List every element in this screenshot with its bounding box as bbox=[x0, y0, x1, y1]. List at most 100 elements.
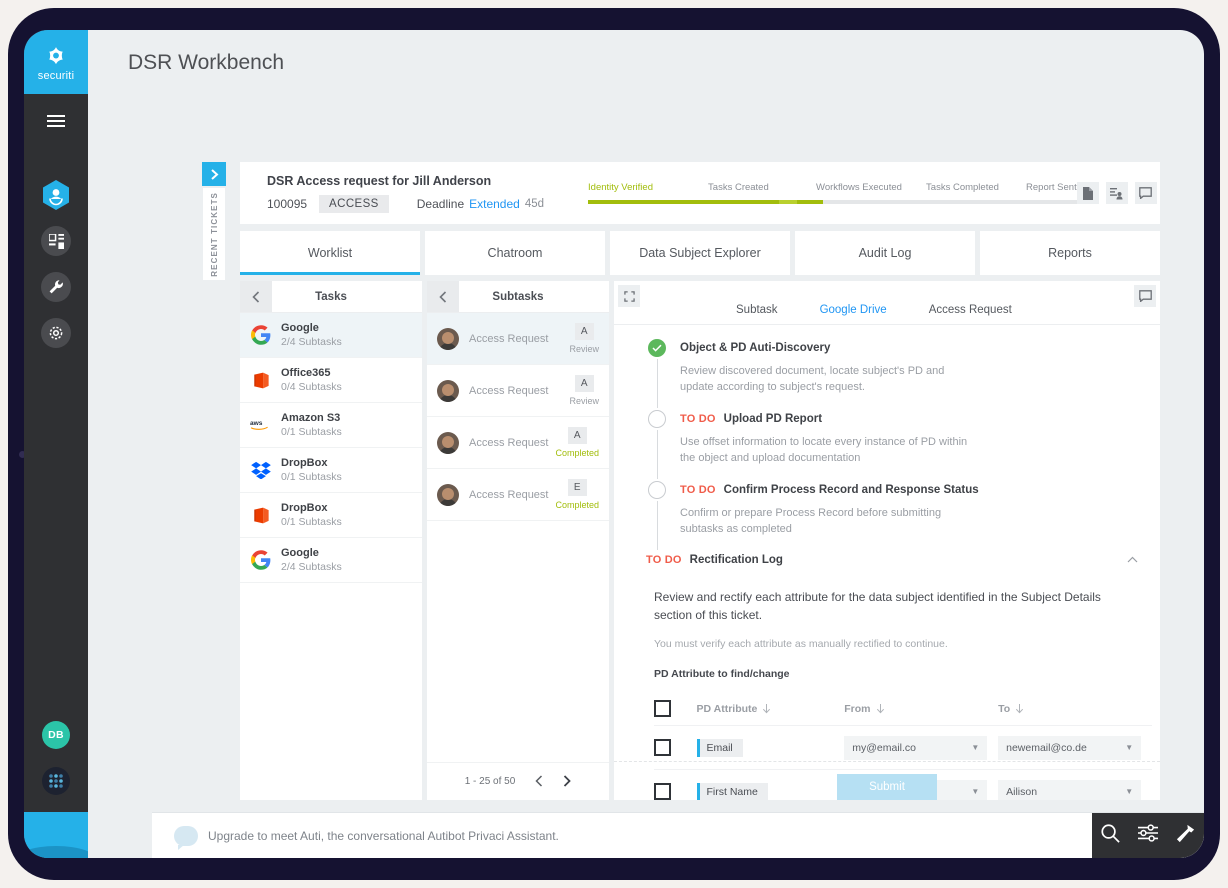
col-header-from[interactable]: From bbox=[844, 692, 998, 726]
hamburger-menu-button[interactable] bbox=[24, 94, 88, 148]
task-name: DropBox bbox=[281, 502, 328, 514]
task-text: Amazon S3 0/1 Subtasks bbox=[281, 412, 342, 438]
rectification-log-header[interactable]: TO DO Rectification Log bbox=[646, 554, 1138, 566]
main-area: DSR Workbench RECENT TICKETS DSR Access … bbox=[88, 30, 1204, 858]
task-subtasks-count: 2/4 Subtasks bbox=[281, 336, 342, 348]
user-avatar-button[interactable]: DB bbox=[24, 712, 88, 758]
task-text: DropBox 0/1 Subtasks bbox=[281, 502, 342, 528]
task-row[interactable]: Google 2/4 Subtasks bbox=[240, 538, 422, 583]
checklist-step: TO DO Confirm Process Record and Respons… bbox=[646, 480, 1138, 552]
tab-data-subject-explorer[interactable]: Data Subject Explorer bbox=[610, 231, 790, 275]
brand-logo[interactable]: securiti bbox=[24, 30, 88, 94]
row-checkbox[interactable] bbox=[654, 739, 671, 757]
subtask-row[interactable]: Access Request E Completed bbox=[427, 469, 609, 521]
step-title-row: TO DO Confirm Process Record and Respons… bbox=[680, 481, 1138, 499]
sidebar-item-privacy-center[interactable] bbox=[24, 172, 88, 218]
assign-user-icon[interactable] bbox=[1105, 182, 1128, 204]
wrench-icon bbox=[41, 272, 71, 302]
tab-audit-log[interactable]: Audit Log bbox=[795, 231, 975, 275]
subtask-badge: A bbox=[574, 375, 594, 392]
step-title: Object & PD Auti-Discovery bbox=[680, 342, 831, 354]
task-name: DropBox bbox=[281, 457, 328, 469]
assistant-text: Upgrade to meet Auti, the conversational… bbox=[208, 828, 559, 843]
step-description: Review discovered document, locate subje… bbox=[680, 365, 945, 393]
task-row[interactable]: Office365 0/4 Subtasks bbox=[240, 358, 422, 403]
col-header-to[interactable]: To bbox=[998, 692, 1152, 726]
hamburger-icon bbox=[47, 115, 65, 127]
tab-chatroom[interactable]: Chatroom bbox=[425, 231, 605, 275]
step-title: Confirm Process Record and Response Stat… bbox=[723, 483, 979, 496]
subtask-row[interactable]: Access Request A Completed bbox=[427, 417, 609, 469]
securiti-logo-icon bbox=[49, 46, 63, 64]
subtask-state: Review bbox=[569, 396, 599, 406]
avatar bbox=[437, 483, 459, 506]
subtask-row[interactable]: Access Request A Review bbox=[427, 313, 609, 365]
ticket-title: DSR Access request for Jill Anderson bbox=[267, 173, 492, 188]
subtask-badge: A bbox=[574, 323, 594, 340]
chat-bubble-icon bbox=[174, 825, 198, 850]
task-row[interactable]: DropBox 0/1 Subtasks bbox=[240, 493, 422, 538]
task-subtasks-count: 2/4 Subtasks bbox=[281, 561, 342, 573]
chat-icon[interactable] bbox=[1134, 285, 1156, 307]
subtask-badge: A bbox=[567, 427, 587, 444]
pager-prev-button[interactable] bbox=[535, 774, 543, 790]
tab-reports-label: Reports bbox=[1048, 246, 1092, 260]
assistant-message[interactable]: Upgrade to meet Auti, the conversational… bbox=[152, 825, 1092, 850]
subtask-state: Completed bbox=[555, 500, 599, 510]
app-screen: securiti DB DSR Workbench RECENT TICKETS… bbox=[24, 30, 1204, 858]
svg-text:aws: aws bbox=[250, 420, 263, 427]
filters-icon[interactable] bbox=[1137, 823, 1159, 848]
sidebar-item-dashboard[interactable] bbox=[24, 218, 88, 264]
recent-tickets-strip[interactable]: RECENT TICKETS bbox=[203, 188, 225, 280]
tasks-back-button[interactable] bbox=[240, 281, 272, 312]
subtask-status: A Review bbox=[569, 375, 599, 406]
breadcrumb-access-request[interactable]: Access Request bbox=[929, 304, 1012, 316]
step-connector bbox=[656, 359, 658, 408]
deadline-value: 45d bbox=[524, 197, 545, 210]
breadcrumb-subtask[interactable]: Subtask bbox=[736, 304, 778, 316]
progress-step-tasks-completed: Tasks Completed bbox=[926, 182, 999, 193]
pager-next-button[interactable] bbox=[563, 774, 572, 790]
progress-tracker: Identity Verified Tasks Created Workflow… bbox=[588, 182, 1077, 204]
circle-icon[interactable] bbox=[648, 480, 666, 499]
tasks-panel-header: Tasks bbox=[240, 281, 422, 313]
subtask-detail-panel: Subtask Google Drive Access Request Obje… bbox=[614, 281, 1160, 800]
status-badge: TO DO bbox=[646, 553, 682, 566]
tab-data-subject-explorer-label: Data Subject Explorer bbox=[639, 246, 761, 260]
chevron-up-icon[interactable] bbox=[1127, 554, 1138, 566]
subtask-row[interactable]: Access Request A Review bbox=[427, 365, 609, 417]
task-row[interactable]: Google 2/4 Subtasks bbox=[240, 313, 422, 358]
apps-grid-button[interactable] bbox=[24, 758, 88, 804]
submit-button[interactable]: Submit bbox=[837, 774, 937, 800]
from-value-select[interactable]: my@email.co ▼ bbox=[844, 735, 988, 760]
document-icon[interactable] bbox=[1076, 182, 1099, 204]
deadline-extend-link[interactable]: Extended bbox=[469, 197, 520, 211]
subtask-name: Access Request bbox=[469, 332, 549, 345]
subtasks-back-button[interactable] bbox=[427, 281, 459, 312]
sidebar-item-settings[interactable] bbox=[24, 310, 88, 356]
circle-icon[interactable] bbox=[648, 409, 666, 428]
progress-bar-track bbox=[588, 200, 1077, 204]
task-row[interactable]: DropBox 0/1 Subtasks bbox=[240, 448, 422, 493]
check-icon bbox=[648, 339, 666, 357]
hammer-icon[interactable] bbox=[1175, 823, 1196, 849]
chevron-right-icon bbox=[564, 774, 572, 787]
col-header-attribute[interactable]: PD Attribute bbox=[697, 692, 845, 726]
recent-tickets-expand-button[interactable] bbox=[202, 162, 226, 186]
recent-tickets-label: RECENT TICKETS bbox=[209, 191, 219, 277]
subtasks-panel-header: Subtasks bbox=[427, 281, 609, 313]
expand-icon[interactable] bbox=[618, 285, 640, 307]
task-text: Office365 0/4 Subtasks bbox=[281, 367, 342, 393]
task-row[interactable]: aws Amazon S3 0/1 Subtasks bbox=[240, 403, 422, 448]
tab-reports[interactable]: Reports bbox=[980, 231, 1160, 275]
chat-icon[interactable] bbox=[1134, 182, 1157, 204]
tab-worklist[interactable]: Worklist bbox=[240, 231, 420, 275]
select-all-checkbox[interactable] bbox=[654, 699, 671, 717]
detail-body: Object & PD Auti-Discovery Review discov… bbox=[614, 325, 1160, 800]
sidebar-item-tools[interactable] bbox=[24, 264, 88, 310]
chevron-left-icon bbox=[535, 774, 543, 787]
breadcrumb-google-drive[interactable]: Google Drive bbox=[820, 304, 887, 316]
step-connector bbox=[656, 429, 658, 479]
to-value-select[interactable]: newemail@co.de ▼ bbox=[998, 735, 1142, 760]
search-icon[interactable] bbox=[1100, 823, 1121, 849]
